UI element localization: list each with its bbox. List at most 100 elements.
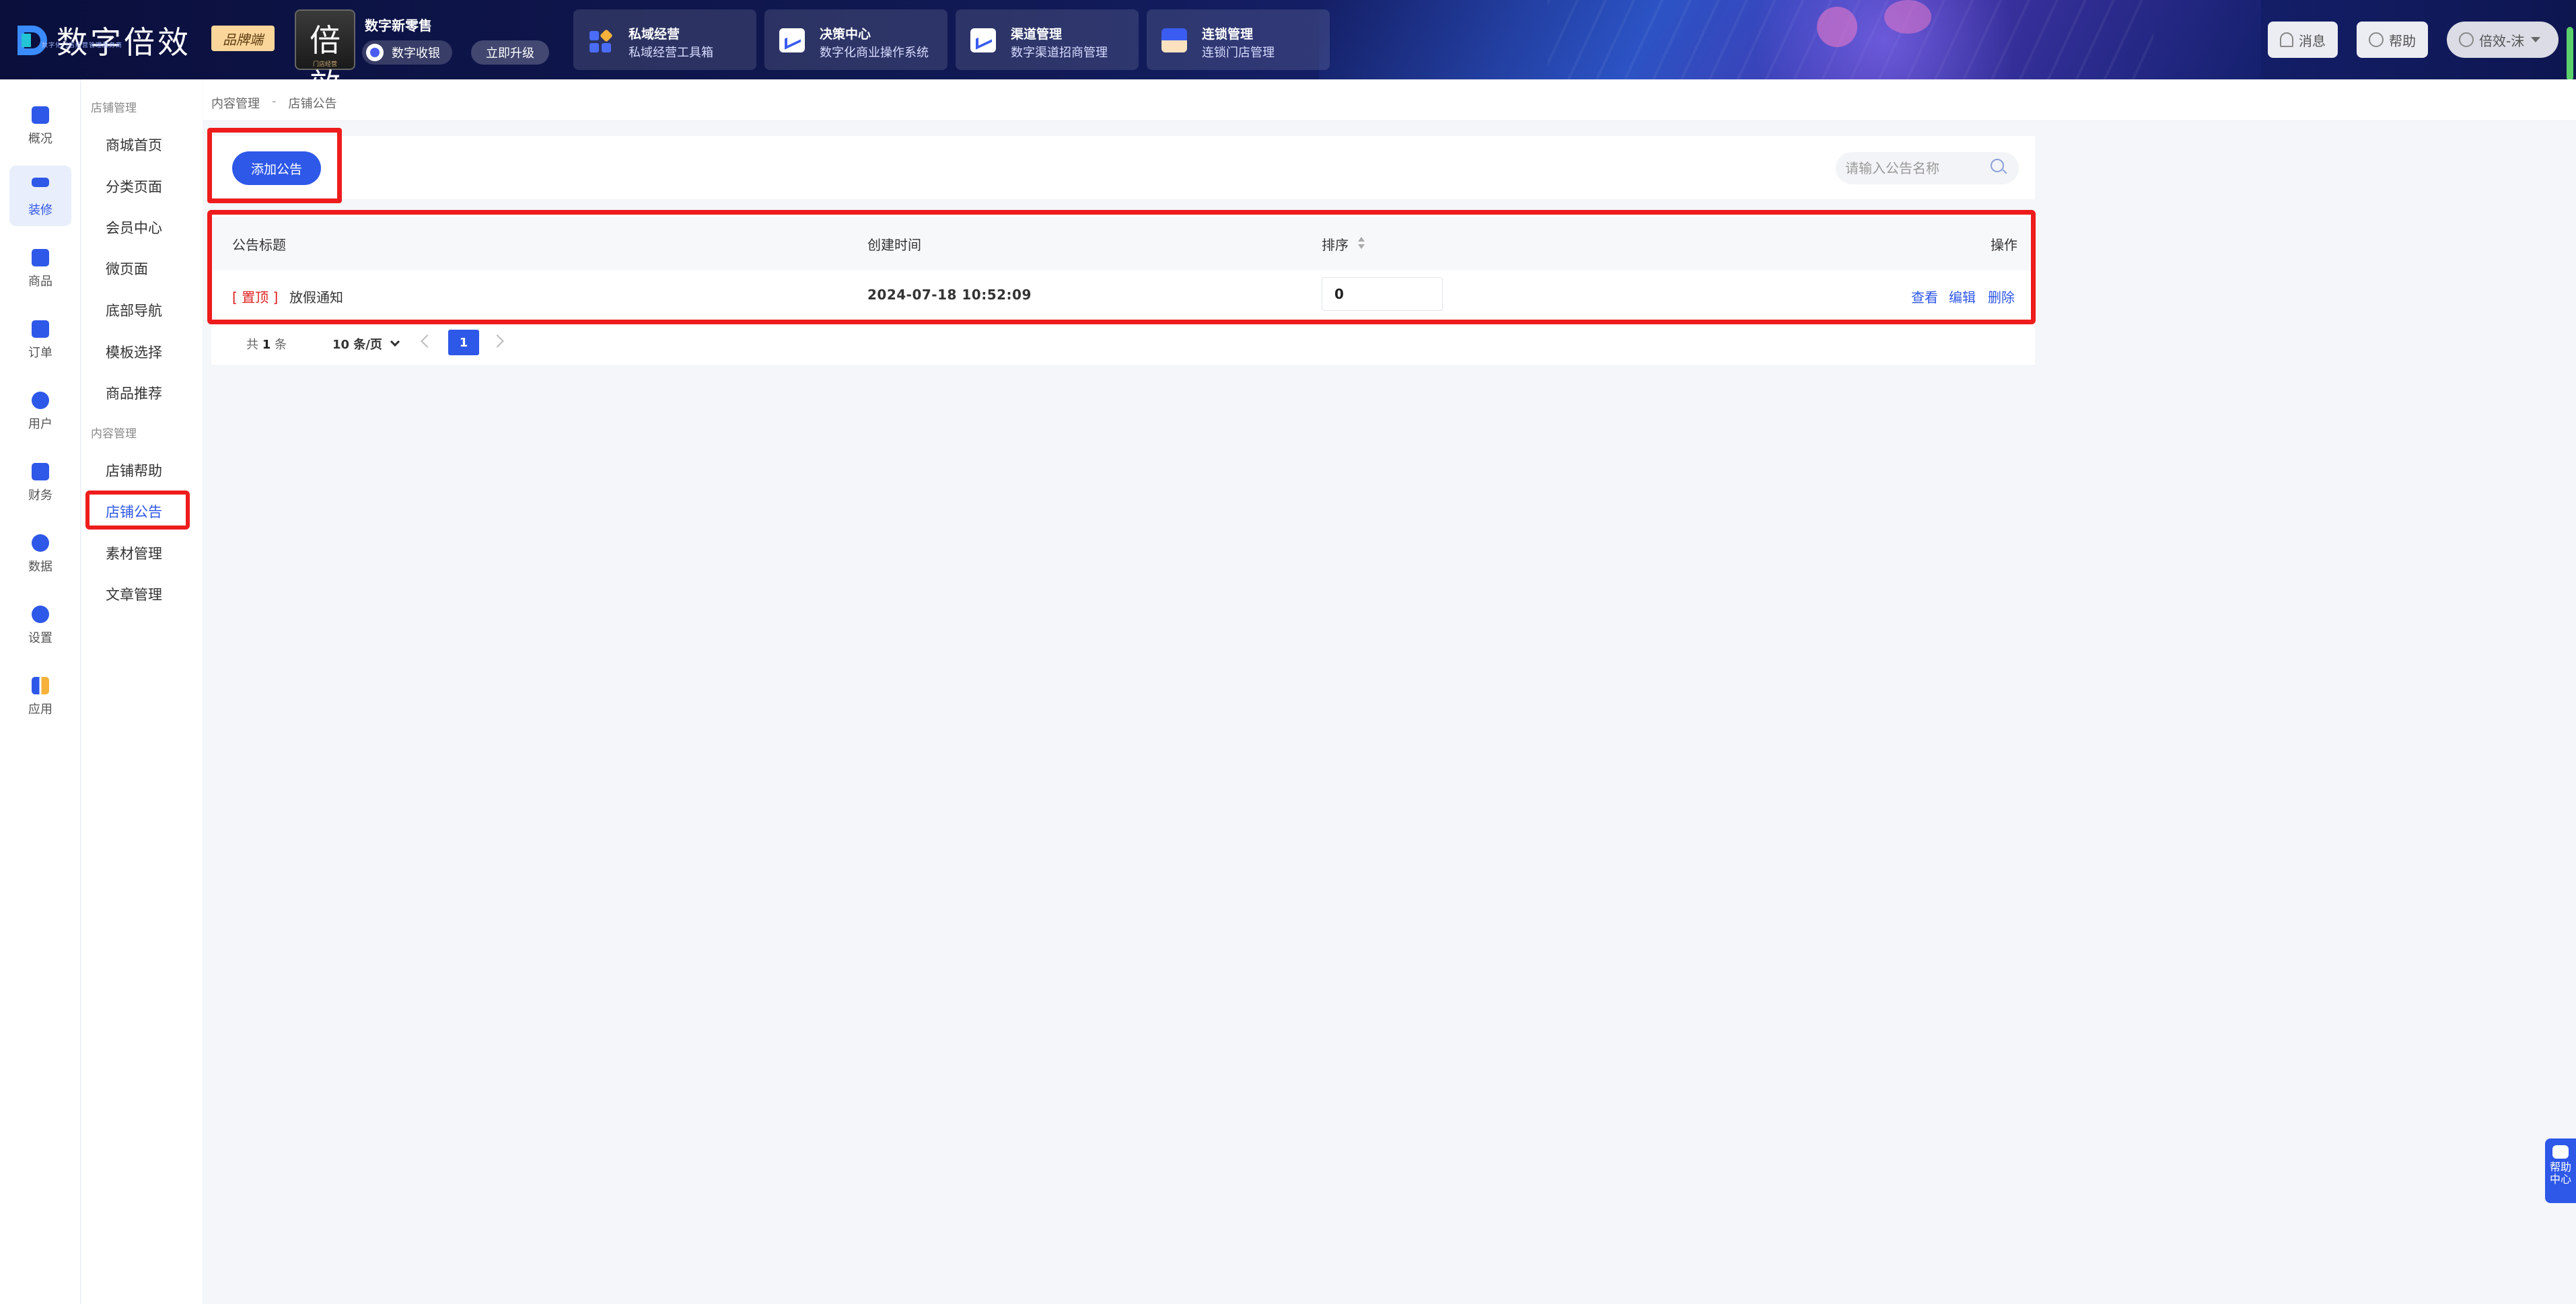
help-float-line2: 中心	[2549, 1173, 2571, 1186]
chevron-down-icon	[390, 336, 400, 347]
finance-icon	[32, 463, 49, 480]
content-header-bar	[203, 79, 2576, 121]
help-float-line1: 帮助	[2549, 1161, 2571, 1173]
caret-down-icon	[2531, 37, 2541, 42]
help-button[interactable]: 帮助	[2357, 22, 2428, 58]
user-menu[interactable]: 倍效-沫	[2447, 22, 2559, 58]
bell-icon	[2280, 32, 2293, 47]
rail-item-data[interactable]: 数据	[9, 522, 71, 583]
header-decoration-glow	[1716, 0, 2052, 79]
nav-card-decision-center[interactable]: 决策中心 数字化商业操作系统	[764, 9, 947, 70]
rail-item-decorate[interactable]: 装修	[9, 166, 71, 226]
rail-item-goods[interactable]: 商品	[9, 237, 71, 297]
help-center-float-button[interactable]: 帮助 中心	[2545, 1138, 2576, 1203]
page-number-current[interactable]: 1	[448, 330, 479, 355]
settings-icon	[32, 606, 49, 623]
rail-item-label: 订单	[28, 346, 52, 360]
pie-chart-icon	[32, 534, 49, 552]
store-icon	[1161, 28, 1187, 52]
cashier-icon	[366, 44, 384, 61]
apps-icon	[32, 677, 49, 694]
chart-icon	[970, 28, 996, 52]
nav-card-title: 渠道管理	[1011, 27, 1063, 42]
page-size-select[interactable]: 10 条/页	[332, 335, 400, 353]
breadcrumb-separator: -	[272, 94, 277, 108]
user-icon	[32, 392, 49, 409]
upgrade-button[interactable]: 立即升级	[471, 40, 549, 65]
annotation-highlight-box	[207, 128, 342, 203]
decorate-icon	[32, 178, 49, 187]
secondary-menu: 店铺管理 商城首页 分类页面 会员中心 微页面 底部导航 模板选择 商品推荐 内…	[81, 79, 203, 1304]
product-card[interactable]: 倍效 门店经营	[295, 9, 355, 103]
submenu-item-goods-recommend[interactable]: 商品推荐	[106, 383, 162, 403]
rail-item-label: 数据	[28, 560, 52, 574]
annotation-highlight-box	[207, 210, 2036, 324]
pagination-bar	[211, 326, 2035, 363]
submenu-item-article-manage[interactable]: 文章管理	[106, 584, 162, 604]
nav-card-chain-management[interactable]: 连锁管理 连锁门店管理	[1147, 9, 1330, 70]
submenu-item-mall-home[interactable]: 商城首页	[106, 135, 162, 155]
submenu-item-material-manage[interactable]: 素材管理	[106, 543, 162, 563]
grid-icon	[588, 28, 614, 52]
header-decoration-dot	[1884, 0, 1931, 34]
scrollbar-indicator[interactable]	[2567, 27, 2573, 81]
nav-card-title: 私域经营	[629, 27, 680, 42]
rail-item-label: 应用	[28, 702, 52, 717]
pagination-total-count: 1	[262, 338, 271, 352]
breadcrumb-parent[interactable]: 内容管理	[211, 94, 260, 112]
message-button[interactable]: 消息	[2268, 22, 2338, 58]
header-decoration-dot	[1817, 7, 1857, 47]
user-avatar-icon	[2459, 32, 2474, 47]
rail-item-order[interactable]: 订单	[9, 308, 71, 369]
rail-item-label: 商品	[28, 275, 52, 289]
cashier-button[interactable]: 数字收银	[362, 40, 452, 65]
rail-item-label: 概况	[28, 132, 52, 146]
nav-card-subtitle: 连锁门店管理	[1202, 46, 1275, 60]
page-size-value: 10 条/页	[332, 338, 382, 352]
rail-item-user[interactable]: 用户	[9, 379, 71, 440]
nav-card-channel-management[interactable]: 渠道管理 数字渠道招商管理	[956, 9, 1139, 70]
submenu-item-store-help[interactable]: 店铺帮助	[106, 460, 162, 480]
rail-item-label: 用户	[28, 417, 52, 431]
submenu-group-title: 店铺管理	[91, 102, 137, 115]
question-icon	[2369, 32, 2384, 47]
nav-card-title: 连锁管理	[1202, 27, 1254, 42]
pagination-total-suffix: 条	[275, 338, 287, 352]
rail-item-finance[interactable]: 财务	[9, 451, 71, 511]
rail-item-apps[interactable]: 应用	[9, 665, 71, 725]
pagination-total-prefix: 共	[246, 338, 258, 352]
chart-icon	[779, 28, 805, 52]
submenu-item-template-select[interactable]: 模板选择	[106, 342, 162, 362]
product-title: 数字新零售	[365, 17, 432, 34]
goods-icon	[32, 249, 49, 266]
breadcrumb-current: 店铺公告	[288, 97, 337, 111]
annotation-highlight-box	[85, 491, 190, 530]
help-label: 帮助	[2389, 32, 2416, 49]
nav-card-subtitle: 数字渠道招商管理	[1011, 46, 1108, 60]
nav-card-subtitle: 私域经营工具箱	[629, 46, 713, 60]
brand-badge: 品牌端	[211, 26, 275, 51]
submenu-item-bottom-nav[interactable]: 底部导航	[106, 300, 162, 320]
rail-item-label: 装修	[28, 203, 52, 217]
rail-item-settings[interactable]: 设置	[9, 593, 71, 654]
user-name: 倍效-沫	[2479, 32, 2525, 49]
toolbar-card	[211, 136, 2035, 199]
rail-item-label: 设置	[28, 631, 52, 645]
overview-icon	[32, 106, 49, 124]
search-icon[interactable]	[1991, 159, 2004, 172]
rail-item-overview[interactable]: 概况	[9, 94, 71, 155]
submenu-group-title: 内容管理	[91, 427, 137, 441]
chat-icon	[2552, 1145, 2569, 1159]
product-card-caption: 门店经营	[312, 61, 337, 68]
logo-subtitle: 数字化门店经营管理服务商	[42, 42, 123, 49]
submenu-item-category-page[interactable]: 分类页面	[106, 176, 162, 196]
nav-card-title: 决策中心	[820, 27, 871, 42]
submenu-item-member-center[interactable]: 会员中心	[106, 217, 162, 238]
search-input[interactable]	[1845, 155, 1980, 182]
cashier-label: 数字收银	[392, 46, 440, 61]
nav-card-subtitle: 数字化商业操作系统	[820, 46, 929, 60]
submenu-item-micro-page[interactable]: 微页面	[106, 258, 148, 279]
nav-card-private-domain[interactable]: 私域经营 私域经营工具箱	[573, 9, 756, 70]
order-icon	[32, 320, 49, 338]
breadcrumb: 内容管理 - 店铺公告	[211, 94, 337, 112]
